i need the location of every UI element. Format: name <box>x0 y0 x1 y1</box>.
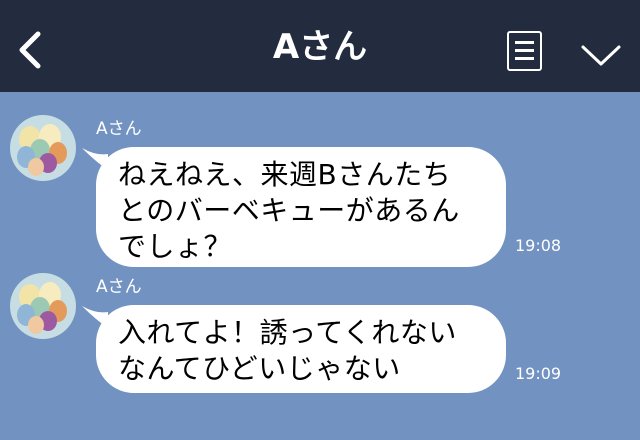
timestamp: 19:08 <box>515 236 562 255</box>
balloons-icon <box>17 124 67 176</box>
message-line: ねえねえ、来週Bさんたち <box>118 158 452 191</box>
message-bubble[interactable]: ねえねえ、来週Bさんたち とのバーベキューがあるん でしょ？ <box>96 147 506 267</box>
message-line: なんてひどいじゃない <box>118 352 401 385</box>
message-line: でしょ？ <box>118 230 233 263</box>
avatar[interactable] <box>10 115 76 181</box>
sender-name: Aさん <box>96 119 142 139</box>
menu-icon[interactable] <box>507 31 542 71</box>
timestamp: 19:09 <box>515 364 562 383</box>
avatar[interactable] <box>10 273 76 339</box>
chat-header: Aさん <box>0 0 640 92</box>
sender-name: Aさん <box>96 277 142 297</box>
chat-title: Aさん <box>272 27 368 67</box>
message-line: 入れてよ！誘ってくれない <box>118 316 457 349</box>
message-bubble[interactable]: 入れてよ！誘ってくれない なんてひどいじゃない <box>96 305 506 393</box>
chevron-down-icon[interactable] <box>580 42 622 68</box>
balloons-icon <box>17 282 67 334</box>
message-line: とのバーベキューがあるん <box>118 194 460 227</box>
